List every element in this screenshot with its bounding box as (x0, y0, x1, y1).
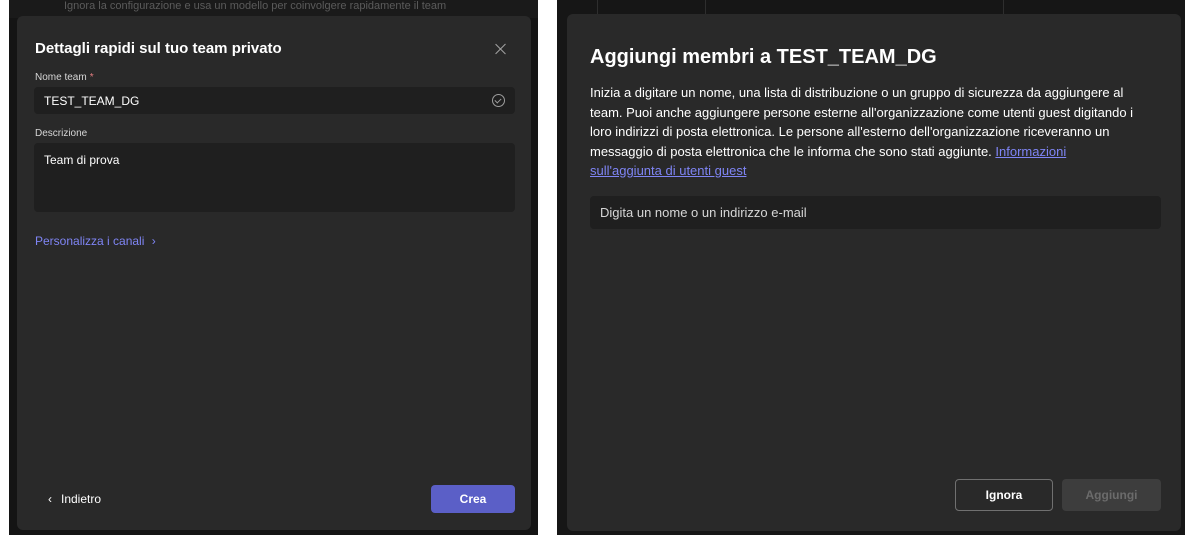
back-button[interactable]: ‹ Indietro (48, 492, 101, 506)
team-name-label-text: Nome team (35, 72, 87, 83)
check-circle-icon (492, 94, 505, 107)
team-details-dialog: Dettagli rapidi sul tuo team privato Nom… (17, 16, 531, 530)
back-button-label: Indietro (61, 492, 102, 506)
team-name-label: Nome team * (35, 72, 94, 83)
dialog-title: Aggiungi membri a TEST_TEAM_DG (590, 46, 937, 68)
close-icon[interactable] (494, 42, 508, 56)
chevron-left-icon: ‹ (48, 492, 52, 506)
required-marker: * (89, 72, 94, 83)
add-members-dialog: Aggiungi membri a TEST_TEAM_DG Inizia a … (567, 14, 1181, 531)
right-dialog-backdrop: Aggiungi membri a TEST_TEAM_DG Inizia a … (557, 0, 1185, 535)
description-field[interactable]: Team di prova (34, 143, 515, 212)
background-divider (597, 0, 598, 14)
chevron-right-icon: › (151, 234, 156, 248)
team-name-value: TEST_TEAM_DG (44, 94, 140, 108)
dialog-title: Dettagli rapidi sul tuo team privato (35, 40, 282, 57)
left-dialog-backdrop: Ignora la configurazione e usa un modell… (9, 0, 538, 535)
ignore-button[interactable]: Ignora (955, 479, 1053, 511)
team-name-field[interactable]: TEST_TEAM_DG (34, 87, 515, 114)
description-value: Team di prova (44, 153, 120, 167)
background-divider (705, 0, 706, 14)
member-search-input[interactable]: Digita un nome o un indirizzo e-mail (590, 196, 1161, 229)
search-placeholder: Digita un nome o un indirizzo e-mail (600, 205, 807, 220)
customize-channels-label: Personalizza i canali (35, 234, 145, 248)
add-button[interactable]: Aggiungi (1062, 479, 1161, 511)
description-label: Descrizione (35, 128, 88, 139)
background-divider (1003, 0, 1004, 14)
create-button[interactable]: Crea (431, 485, 515, 513)
customize-channels-link[interactable]: Personalizza i canali › (35, 234, 156, 248)
dialog-description: Inizia a digitare un nome, una lista di … (590, 83, 1135, 181)
background-hint-text: Ignora la configurazione e usa un modell… (64, 0, 447, 12)
